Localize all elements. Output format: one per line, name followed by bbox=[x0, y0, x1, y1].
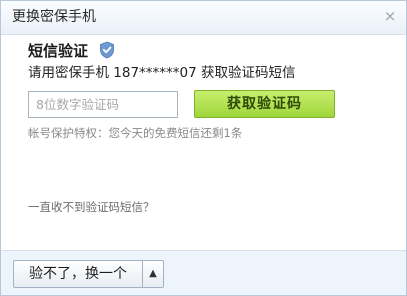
dialog-titlebar: 更换密保手机 × bbox=[1, 1, 406, 35]
arrow-up-icon[interactable]: ▲ bbox=[143, 261, 163, 287]
close-icon[interactable]: × bbox=[382, 8, 398, 24]
section-heading: 短信验证 bbox=[28, 42, 89, 60]
verification-code-input[interactable] bbox=[28, 91, 178, 118]
shield-icon bbox=[100, 41, 114, 59]
get-code-button[interactable]: 获取验证码 bbox=[194, 90, 335, 118]
change-phone-dialog: 更换密保手机 × 短信验证 请用密保手机 187******07 获取验证码短信… bbox=[0, 0, 407, 296]
dialog-title: 更换密保手机 bbox=[12, 9, 96, 25]
privilege-note: 帐号保护特权：您今天的免费短信还剩1条 bbox=[28, 126, 243, 140]
dialog-footer: 验不了，换一个 ▲ bbox=[1, 250, 406, 295]
switch-method-group: 验不了，换一个 ▲ bbox=[13, 260, 164, 288]
no-sms-help-link[interactable]: 一直收不到验证码短信？ bbox=[28, 199, 155, 215]
phone-instruction: 请用密保手机 187******07 获取验证码短信 bbox=[28, 65, 296, 81]
switch-method-button[interactable]: 验不了，换一个 bbox=[14, 261, 143, 287]
